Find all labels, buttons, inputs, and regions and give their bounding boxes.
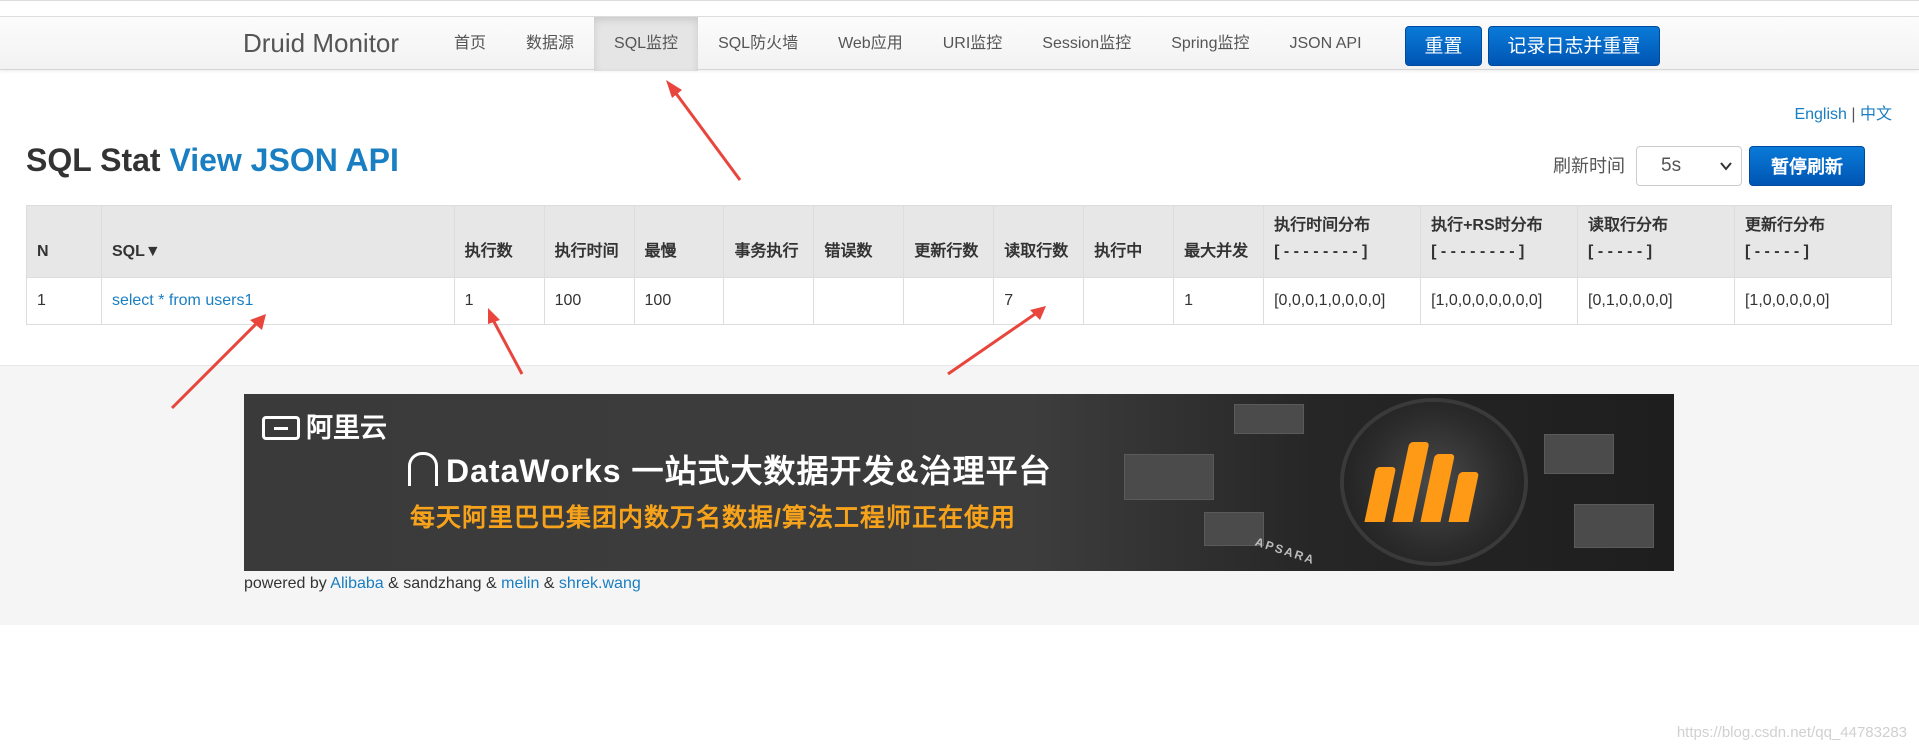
amp-text: & xyxy=(543,575,555,592)
refresh-interval-select[interactable]: 5s xyxy=(1636,146,1742,186)
dataworks-icon xyxy=(408,452,438,486)
brand-link[interactable]: Druid Monitor xyxy=(243,28,399,58)
nav-home[interactable]: 首页 xyxy=(434,17,506,71)
banner-subline: 每天阿里巴巴集团内数万名数据/算法工程师正在使用 xyxy=(410,504,1016,532)
cell-n: 1 xyxy=(26,277,102,325)
language-switch: English | 中文 xyxy=(1794,100,1892,124)
header-update-dist-sub: [ - - - - - ] xyxy=(1744,243,1809,260)
main-nav: 首页 数据源 SQL监控 SQL防火墙 Web应用 URI监控 Session监… xyxy=(434,17,1382,71)
cell-txn-exec xyxy=(723,277,815,325)
sandzhang-text: sandzhang xyxy=(403,575,482,592)
table-row: 1 select * from users1 1 100 100 7 1 [0,… xyxy=(26,277,1893,325)
cell-running xyxy=(1083,277,1175,325)
nav-spring-monitor[interactable]: Spring监控 xyxy=(1151,17,1269,71)
cell-max-concurrent: 1 xyxy=(1173,277,1265,325)
cell-slowest: 100 xyxy=(633,277,725,325)
nav-datasource[interactable]: 数据源 xyxy=(506,17,594,71)
cell-fetch-rows: 7 xyxy=(993,277,1085,325)
header-exec-rs-dist-sub: [ - - - - - - - - ] xyxy=(1431,243,1525,260)
lang-english-link[interactable]: English xyxy=(1794,106,1846,123)
nav-sql-monitor[interactable]: SQL监控 xyxy=(594,17,699,71)
banner-headline-text: 一站式大数据开发&治理平台 xyxy=(631,453,1052,489)
table-header-row: N SQL▼ 执行数 执行时间 最慢 事务执行 错误数 更新行数 读取行数 执行… xyxy=(26,205,1893,278)
header-n[interactable]: N xyxy=(26,205,102,278)
aliyun-logo-text: 阿里云 xyxy=(306,413,387,443)
nav-web-app[interactable]: Web应用 xyxy=(818,17,923,71)
nav-session-monitor[interactable]: Session监控 xyxy=(1022,17,1151,71)
header-fetch-rows[interactable]: 读取行数 xyxy=(993,205,1085,278)
lang-separator: | xyxy=(1851,106,1856,123)
header-max-concurrent[interactable]: 最大并发 xyxy=(1173,205,1265,278)
circuit-chip-decor xyxy=(1544,434,1614,474)
header-update-dist: 更新行分布 [ - - - - - ] xyxy=(1733,205,1893,278)
header-exec-time-dist-sub: [ - - - - - - - - ] xyxy=(1274,243,1368,260)
dataworks-ad-banner[interactable]: 阿里云 DataWorks 一站式大数据开发&治理平台 每天阿里巴巴集团内数万名… xyxy=(244,394,1674,571)
cell-update-dist: [1,0,0,0,0,0] xyxy=(1733,277,1893,325)
cell-error-count xyxy=(813,277,905,325)
view-json-api-link[interactable]: View JSON API xyxy=(169,142,398,178)
circuit-chip-decor xyxy=(1124,454,1214,500)
top-navbar: Druid Monitor 首页 数据源 SQL监控 SQL防火墙 Web应用 … xyxy=(0,0,1919,71)
amp-text: & xyxy=(485,575,497,592)
nav-uri-monitor[interactable]: URI监控 xyxy=(923,17,1023,71)
refresh-interval-label: 刷新时间 xyxy=(1553,156,1625,176)
header-exec-time[interactable]: 执行时间 xyxy=(543,205,635,278)
page-title-text: SQL Stat xyxy=(26,142,161,178)
alibaba-link[interactable]: Alibaba xyxy=(330,575,383,592)
header-fetch-dist-sub: [ - - - - - ] xyxy=(1588,243,1653,260)
page-title: SQL Stat View JSON API xyxy=(26,142,399,179)
powered-by-line: powered by Alibaba & sandzhang & melin &… xyxy=(244,575,641,593)
header-slowest[interactable]: 最慢 xyxy=(633,205,725,278)
reset-button[interactable]: 重置 xyxy=(1405,26,1482,66)
header-exec-rs-dist: 执行+RS时分布 [ - - - - - - - - ] xyxy=(1420,205,1579,278)
log-and-reset-button[interactable]: 记录日志并重置 xyxy=(1488,26,1660,66)
nav-json-api[interactable]: JSON API xyxy=(1269,17,1381,71)
header-fetch-dist-title: 读取行分布 xyxy=(1588,217,1669,234)
header-update-dist-title: 更新行分布 xyxy=(1744,217,1825,234)
browser-top-edge xyxy=(0,1,1919,17)
header-error-count[interactable]: 错误数 xyxy=(813,205,905,278)
maxcompute-logo-icon xyxy=(1364,432,1503,522)
banner-product: DataWorks xyxy=(446,453,622,489)
melin-link[interactable]: melin xyxy=(501,575,539,592)
cell-update-rows xyxy=(903,277,995,325)
nav-sql-firewall[interactable]: SQL防火墙 xyxy=(698,17,818,71)
circuit-chip-decor xyxy=(1234,404,1304,434)
sql-detail-link[interactable]: select * from users1 xyxy=(112,292,253,309)
refresh-interval-value: 5s xyxy=(1661,155,1682,176)
cell-sql: select * from users1 xyxy=(100,277,455,325)
header-sql[interactable]: SQL▼ xyxy=(100,205,455,278)
chevron-down-icon xyxy=(1719,147,1733,200)
header-update-rows[interactable]: 更新行数 xyxy=(903,205,995,278)
sql-stat-table: N SQL▼ 执行数 执行时间 最慢 事务执行 错误数 更新行数 读取行数 执行… xyxy=(26,205,1893,325)
banner-apsara-text: APSARA xyxy=(1253,534,1318,568)
header-running[interactable]: 执行中 xyxy=(1083,205,1175,278)
cell-exec-time: 100 xyxy=(543,277,635,325)
banner-headline: DataWorks 一站式大数据开发&治理平台 xyxy=(408,446,1052,492)
annotation-arrow-sql-monitor xyxy=(666,80,742,181)
header-exec-time-dist-title: 执行时间分布 xyxy=(1274,217,1371,234)
pause-refresh-button[interactable]: 暂停刷新 xyxy=(1749,146,1865,186)
header-exec-rs-dist-title: 执行+RS时分布 xyxy=(1431,217,1543,234)
aliyun-bracket-icon xyxy=(262,416,300,440)
cell-exec-count: 1 xyxy=(453,277,545,325)
logo-bar-decor xyxy=(1448,472,1480,522)
cell-fetch-dist: [0,1,0,0,0,0] xyxy=(1577,277,1735,325)
powered-by-text: powered by xyxy=(244,575,327,592)
aliyun-logo: 阿里云 xyxy=(262,406,387,445)
header-exec-time-dist: 执行时间分布 [ - - - - - - - - ] xyxy=(1263,205,1422,278)
header-fetch-dist: 读取行分布 [ - - - - - ] xyxy=(1577,205,1735,278)
csdn-watermark: https://blog.csdn.net/qq_44783283 xyxy=(1676,724,1907,741)
cell-exec-time-dist: [0,0,0,1,0,0,0,0] xyxy=(1263,277,1422,325)
header-exec-count[interactable]: 执行数 xyxy=(453,205,545,278)
lang-chinese-link[interactable]: 中文 xyxy=(1860,106,1892,123)
shrek-wang-link[interactable]: shrek.wang xyxy=(559,575,641,592)
circuit-chip-decor xyxy=(1574,504,1654,548)
amp-text: & xyxy=(388,575,399,592)
cell-exec-rs-dist: [1,0,0,0,0,0,0,0] xyxy=(1420,277,1579,325)
header-txn-exec[interactable]: 事务执行 xyxy=(723,205,815,278)
